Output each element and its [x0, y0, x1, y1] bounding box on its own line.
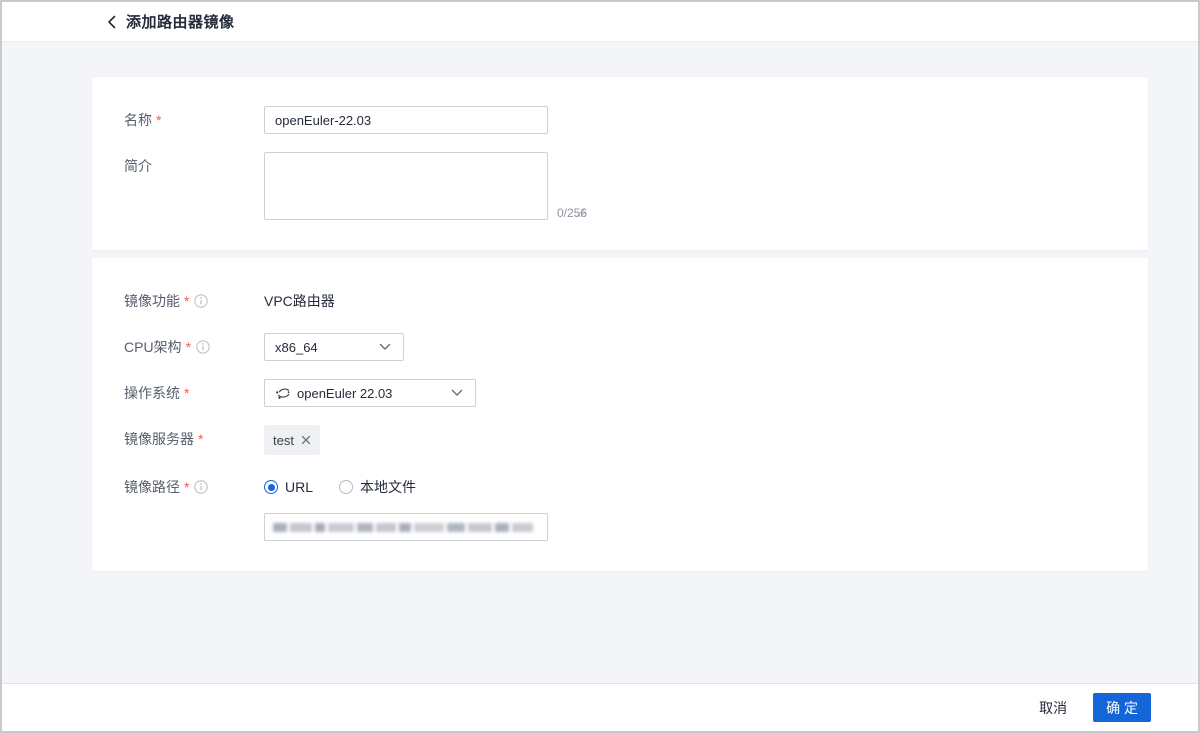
page-header: 添加路由器镜像	[2, 2, 1198, 42]
cpu-arch-select[interactable]: x86_64	[264, 333, 404, 361]
description-row: 简介 0/256	[124, 152, 1116, 220]
back-button[interactable]	[100, 11, 122, 33]
confirm-button[interactable]: 确 定	[1093, 693, 1151, 722]
info-icon[interactable]	[194, 480, 208, 494]
cpu-arch-label: CPU架构 *	[124, 333, 264, 361]
required-mark: *	[198, 425, 203, 453]
chevron-left-icon	[107, 15, 116, 29]
server-tag-label: test	[273, 433, 294, 448]
image-settings-card: 镜像功能 * VPC路由器 CPU架构 * x86_64	[92, 258, 1148, 571]
page-title: 添加路由器镜像	[126, 11, 235, 32]
tag-close-icon[interactable]	[301, 435, 311, 445]
required-mark: *	[186, 333, 191, 361]
cancel-button[interactable]: 取消	[1039, 698, 1067, 718]
image-function-value: VPC路由器	[264, 287, 335, 315]
info-icon[interactable]	[196, 340, 210, 354]
image-server-row: 镜像服务器 * test	[124, 425, 1116, 455]
radio-url[interactable]: URL	[264, 479, 313, 495]
required-mark: *	[184, 287, 189, 315]
description-textarea[interactable]	[264, 152, 548, 220]
radio-circle-icon	[264, 480, 278, 494]
name-input[interactable]	[264, 106, 548, 134]
cpu-arch-row: CPU架构 * x86_64	[124, 333, 1116, 361]
info-icon[interactable]	[194, 294, 208, 308]
redacted-url-text	[273, 523, 539, 532]
image-server-label: 镜像服务器 *	[124, 425, 264, 453]
openeuler-logo-icon	[275, 387, 290, 400]
radio-circle-icon	[339, 480, 353, 494]
os-label: 操作系统 *	[124, 379, 264, 407]
image-function-row: 镜像功能 * VPC路由器	[124, 287, 1116, 315]
action-footer: 取消 确 定	[2, 683, 1198, 731]
basic-info-card: 名称 * 简介 0/256	[92, 77, 1148, 250]
path-type-radio-group: URL 本地文件	[264, 473, 548, 501]
required-mark: *	[156, 106, 161, 134]
chevron-down-icon	[451, 389, 465, 397]
required-mark: *	[184, 473, 189, 501]
image-path-label: 镜像路径 *	[124, 473, 264, 501]
chevron-down-icon	[379, 343, 393, 351]
radio-local-file[interactable]: 本地文件	[339, 477, 416, 497]
add-router-image-page: 添加路由器镜像 名称 * 简介 0/256	[0, 0, 1200, 733]
description-label: 简介	[124, 152, 264, 180]
name-label: 名称 *	[124, 106, 264, 134]
server-tag: test	[264, 425, 320, 455]
os-row: 操作系统 * openEuler 22.03	[124, 379, 1116, 407]
name-row: 名称 *	[124, 106, 1116, 134]
os-select[interactable]: openEuler 22.03	[264, 379, 476, 407]
image-path-row: 镜像路径 * URL 本地文件	[124, 473, 1116, 541]
char-counter: 0/256	[557, 206, 587, 220]
required-mark: *	[184, 379, 189, 407]
image-function-label: 镜像功能 *	[124, 287, 264, 315]
page-content: 名称 * 简介 0/256	[2, 42, 1198, 683]
image-url-input[interactable]	[264, 513, 548, 541]
